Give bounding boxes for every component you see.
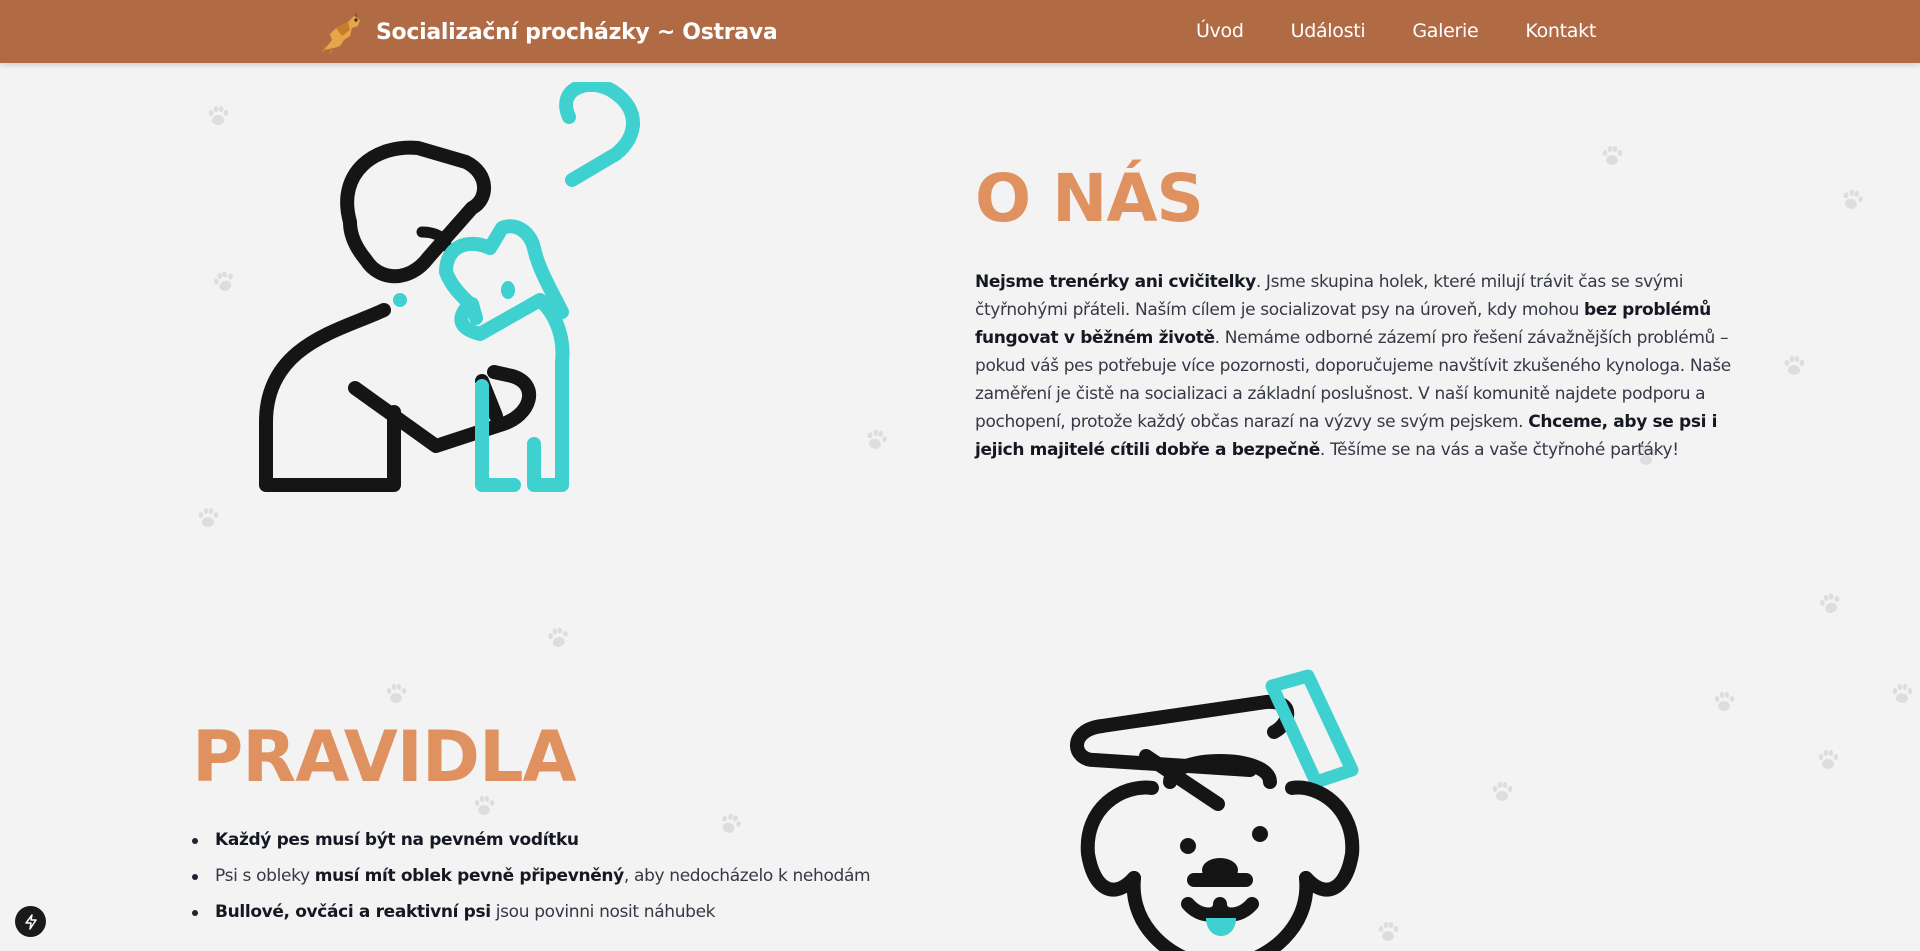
paw-icon bbox=[1818, 750, 1839, 769]
rule-text-segment: musí mít oblek pevně připevněný bbox=[314, 866, 625, 886]
paw-icon bbox=[386, 684, 407, 703]
site-title: Socializační procházky ~ Ostrava bbox=[376, 19, 778, 45]
about-text-segment: . Těšíme se na vás a vaše čtyřnohé parťá… bbox=[1319, 440, 1679, 460]
bolt-icon bbox=[24, 913, 37, 930]
rule-item: Každý pes musí být na pevném vodítku bbox=[192, 822, 870, 858]
paw-icon bbox=[1784, 356, 1805, 375]
site-header: Socializační procházky ~ Ostrava Úvod Ud… bbox=[0, 0, 1920, 63]
rule-item: Psi s obleky musí mít oblek pevně připev… bbox=[192, 858, 871, 894]
nav-link-kontakt[interactable]: Kontakt bbox=[1525, 20, 1596, 42]
nav-link-galerie[interactable]: Galerie bbox=[1412, 20, 1478, 42]
dog-logo-icon bbox=[321, 12, 360, 54]
person-hugging-dog-illustration bbox=[259, 82, 640, 492]
hand-petting-dog-illustration bbox=[1070, 669, 1360, 951]
rule-text-segment: Každý pes musí být na pevném vodítku bbox=[215, 830, 579, 850]
paw-icon bbox=[1892, 684, 1913, 703]
brand[interactable]: Socializační procházky ~ Ostrava bbox=[320, 10, 778, 54]
paw-icon bbox=[547, 626, 570, 649]
paw-icon bbox=[1840, 187, 1865, 212]
about-paragraph: Nejsme trenérky ani cvičitelky. Jsme sku… bbox=[975, 268, 1735, 464]
main-nav: Úvod Události Galerie Kontakt bbox=[1196, 20, 1596, 42]
rule-text-segment: jsou povinni nosit náhubek bbox=[490, 902, 716, 922]
rules-heading: PRAVIDLA bbox=[192, 716, 577, 798]
dev-tools-button[interactable] bbox=[15, 906, 46, 937]
rules-list: Každý pes musí být na pevném vodítku Psi… bbox=[192, 822, 871, 930]
about-heading: O NÁS bbox=[975, 160, 1204, 237]
nav-link-uvod[interactable]: Úvod bbox=[1196, 20, 1244, 42]
nav-link-udalosti[interactable]: Události bbox=[1291, 20, 1366, 42]
paw-icon bbox=[198, 508, 219, 527]
rule-text-segment: Psi s obleky bbox=[215, 866, 315, 886]
rule-text-segment: Bullové, ovčáci a reaktivní psi bbox=[215, 902, 491, 922]
paw-icon bbox=[1818, 591, 1843, 616]
rule-text-segment: , aby nedocházelo k nehodám bbox=[623, 866, 871, 886]
rule-item: Bullové, ovčáci a reaktivní psi jsou pov… bbox=[192, 894, 870, 930]
paw-icon bbox=[208, 106, 229, 125]
paw-icon bbox=[1492, 782, 1513, 801]
paw-icon bbox=[211, 269, 237, 294]
paw-icon bbox=[1714, 692, 1735, 711]
paw-icon bbox=[1602, 146, 1623, 165]
paw-icon bbox=[864, 427, 889, 452]
about-text-segment: Nejsme trenérky ani cvičitelky bbox=[975, 272, 1256, 292]
